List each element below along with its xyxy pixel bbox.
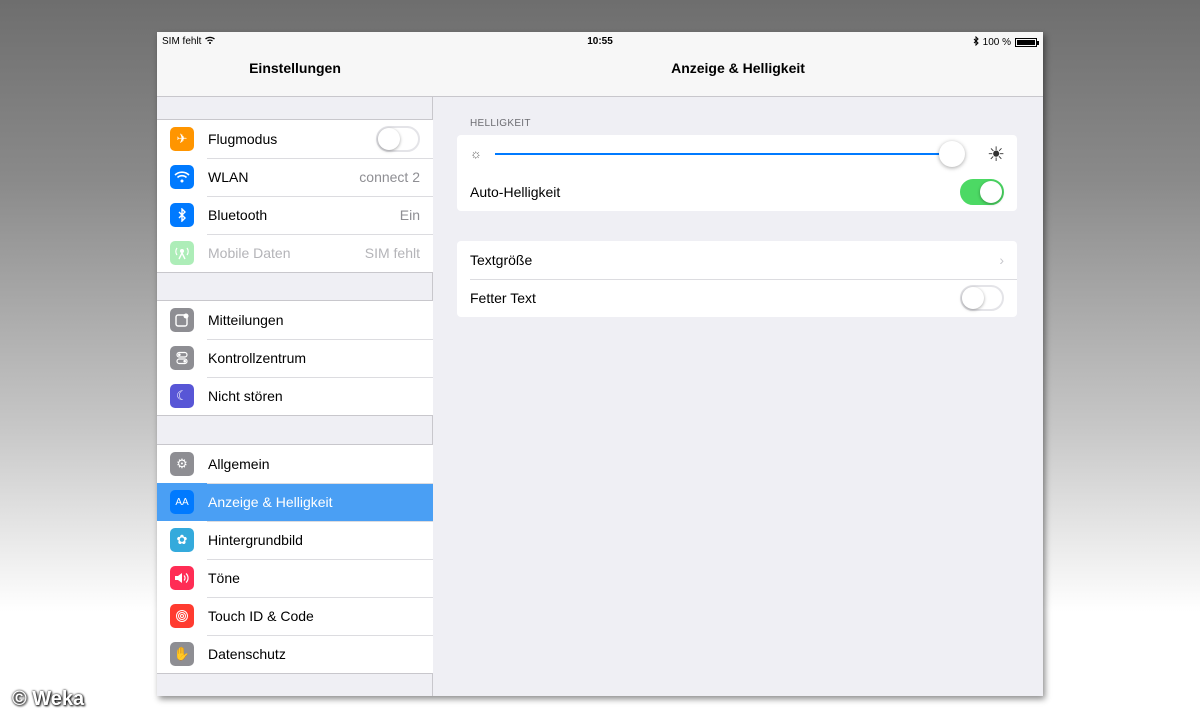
slider-fill: [495, 153, 952, 155]
ipad-screen: Einstellungen ✈ Flugmodus WLAN connect 2…: [157, 32, 1043, 696]
settings-row-kontrollzentrum[interactable]: Kontrollzentrum: [157, 339, 433, 377]
settings-row-datenschutz[interactable]: ✋ Datenschutz: [157, 635, 433, 673]
auto-brightness-toggle[interactable]: [960, 179, 1004, 205]
text-size-row[interactable]: Textgröße ›: [457, 241, 1017, 279]
row-label: Allgemein: [208, 456, 270, 472]
brightness-section-header: HELLIGKEIT: [470, 118, 531, 129]
row-label: Nicht stören: [208, 388, 283, 404]
airplane-mode-toggle[interactable]: [376, 126, 420, 152]
clock: 10:55: [587, 36, 613, 47]
settings-row-nicht-storen[interactable]: ☾ Nicht stören: [157, 377, 433, 415]
settings-row-anzeige-helligkeit[interactable]: AA Anzeige & Helligkeit: [157, 483, 433, 521]
settings-row-bluetooth[interactable]: Bluetooth Ein: [157, 196, 433, 234]
row-label: Kontrollzentrum: [208, 350, 307, 366]
toggle-knob: [378, 128, 400, 150]
settings-row-wlan[interactable]: WLAN connect 2: [157, 158, 433, 196]
bold-text-row: Fetter Text: [457, 279, 1017, 317]
sun-large-icon: ☀: [987, 144, 1005, 166]
settings-group-connectivity: ✈ Flugmodus WLAN connect 2 Bluetooth Ein: [157, 119, 433, 273]
slider-thumb[interactable]: [938, 141, 965, 167]
toggle-knob: [980, 181, 1002, 203]
settings-master-pane: Einstellungen ✈ Flugmodus WLAN connect 2…: [157, 32, 433, 696]
chevron-right-icon: ›: [999, 252, 1004, 268]
settings-group-general: ⚙ Allgemein AA Anzeige & Helligkeit ✿ Hi…: [157, 444, 433, 674]
text-size-label: Textgröße: [470, 252, 533, 268]
settings-row-hintergrundbild[interactable]: ✿ Hintergrundbild: [157, 521, 433, 559]
airplane-icon: ✈: [170, 127, 194, 151]
control-center-icon: [170, 346, 194, 370]
bluetooth-icon: [170, 203, 194, 227]
cellular-icon: [170, 241, 194, 265]
notifications-icon: [170, 308, 194, 332]
row-label: Flugmodus: [208, 131, 278, 147]
status-right: 100 %: [973, 35, 1039, 49]
row-label: Touch ID & Code: [208, 608, 314, 624]
sun-small-icon: ☼: [470, 146, 482, 161]
row-label: Mitteilungen: [208, 312, 284, 328]
auto-brightness-label: Auto-Helligkeit: [470, 184, 561, 200]
gear-icon: ⚙: [170, 452, 194, 476]
status-bar: SIM fehlt 10:55 100 %: [157, 32, 1043, 52]
battery-icon: [1015, 38, 1039, 47]
row-label: Datenschutz: [208, 646, 286, 662]
wifi-icon: [170, 165, 194, 189]
master-nav-title: Einstellungen: [157, 52, 433, 97]
settings-row-allgemein[interactable]: ⚙ Allgemein: [157, 445, 433, 483]
settings-row-touch-id[interactable]: Touch ID & Code: [157, 597, 433, 635]
auto-brightness-row: Auto-Helligkeit: [457, 173, 1017, 211]
battery-percent: 100 %: [982, 37, 1011, 48]
row-label: Anzeige & Helligkeit: [208, 494, 333, 510]
hand-icon: ✋: [170, 642, 194, 666]
bluetooth-status-icon: [973, 35, 979, 49]
wallpaper-icon: ✿: [170, 528, 194, 552]
row-value: Ein: [399, 207, 420, 223]
watermark: © Weka: [12, 688, 85, 710]
row-label: Mobile Daten: [208, 245, 291, 261]
row-label: WLAN: [208, 169, 249, 185]
settings-row-mitteilungen[interactable]: Mitteilungen: [157, 301, 433, 339]
row-label: Bluetooth: [208, 207, 268, 223]
fingerprint-icon: [170, 604, 194, 628]
moon-icon: ☾: [170, 384, 194, 408]
toggle-knob: [962, 287, 984, 309]
settings-row-mobile-daten: Mobile Daten SIM fehlt: [157, 234, 433, 272]
settings-detail-pane: Anzeige & Helligkeit HELLIGKEIT ☼ ☀ Auto…: [433, 32, 1043, 696]
settings-row-tone[interactable]: Töne: [157, 559, 433, 597]
speaker-icon: [170, 566, 194, 590]
brightness-slider-row: ☼ ☀: [457, 135, 1017, 173]
row-value: connect 2: [359, 169, 420, 185]
bold-text-toggle[interactable]: [960, 285, 1004, 311]
text-card: Textgröße › Fetter Text: [457, 241, 1017, 317]
brightness-card: ☼ ☀ Auto-Helligkeit: [457, 135, 1017, 211]
bold-text-label: Fetter Text: [470, 290, 536, 306]
battery-fill: [1017, 40, 1035, 45]
row-value: SIM fehlt: [364, 245, 420, 261]
settings-row-flugmodus[interactable]: ✈ Flugmodus: [157, 120, 433, 158]
row-label: Töne: [208, 570, 240, 586]
brightness-slider[interactable]: [495, 141, 965, 167]
text-size-icon: AA: [170, 490, 194, 514]
detail-nav-title: Anzeige & Helligkeit: [433, 52, 1043, 97]
settings-group-notifications: Mitteilungen Kontrollzentrum ☾ Nicht stö…: [157, 300, 433, 416]
row-label: Hintergrundbild: [208, 532, 303, 548]
